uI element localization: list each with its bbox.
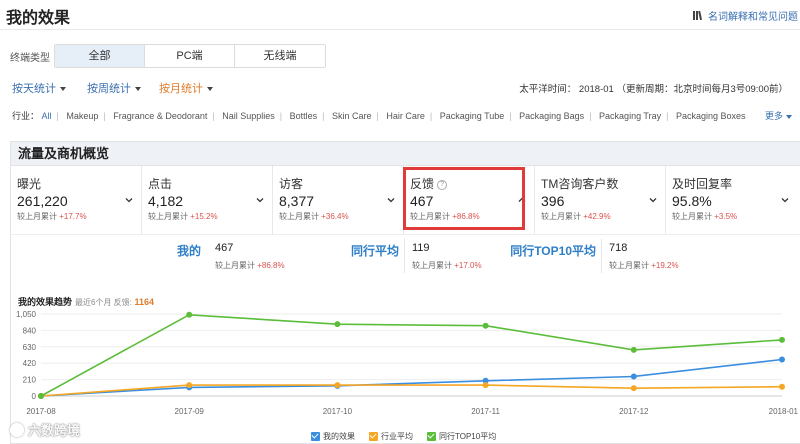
- data-point: [38, 393, 44, 399]
- chevron-down-icon: [207, 87, 213, 92]
- y-tick-label: 630: [23, 343, 37, 352]
- checkbox-icon[interactable]: [311, 431, 320, 441]
- y-tick-label: 210: [23, 376, 37, 385]
- industry-filter: 行业： All | Makeup | Fragrance & Deodorant | …: [12, 109, 800, 123]
- traffic-overview-section: 流量及商机概览 曝光 261,220 较上月累计 +17.7% 点击 4,182…: [10, 141, 800, 444]
- industry-item-nail-supplies[interactable]: Nail Supplies: [222, 111, 275, 121]
- industry-item-all[interactable]: All: [42, 111, 52, 121]
- trend-chart: 0 210 420 630 840 1,050 2017-08 2017-09 2017-10 2…: [16, 310, 799, 416]
- data-point: [186, 382, 193, 389]
- x-tick-label: 2017-09: [175, 407, 205, 416]
- industry-item-hair-care[interactable]: Hair Care: [386, 111, 425, 121]
- tab-wireless[interactable]: 无线端: [235, 45, 325, 67]
- more-label: 更多: [764, 111, 783, 121]
- y-tick-label: 0: [32, 392, 37, 401]
- legend-item-top10[interactable]: 同行TOP10平均: [427, 429, 496, 443]
- chevron-down-icon: [135, 87, 141, 92]
- period-row: 按天统计 按周统计 按月统计 太平洋时间： 2018-01 （更新周期：北京时间…: [12, 80, 800, 96]
- tab-all[interactable]: 全部: [55, 45, 145, 67]
- terminal-type-row: 终端类型 全部 PC端 无线端: [10, 44, 326, 68]
- series-line: [40, 358, 783, 397]
- tab-pc[interactable]: PC端: [145, 45, 235, 67]
- terminal-tabs: 全部 PC端 无线端: [54, 44, 326, 68]
- chevron-down-icon: [786, 114, 792, 119]
- industry-item-bottles[interactable]: Bottles: [290, 111, 318, 121]
- data-point: [334, 382, 341, 389]
- legend-item-mine[interactable]: 我的效果: [311, 429, 355, 443]
- x-tick-label: 2017-08: [26, 407, 56, 416]
- terminal-type-label: 终端类型: [10, 52, 50, 64]
- checkbox-icon[interactable]: [369, 431, 378, 441]
- data-point: [779, 336, 785, 343]
- industry-item-packaging-bags[interactable]: Packaging Bags: [519, 111, 584, 121]
- period-weekly-label: 按周统计: [87, 83, 131, 95]
- data-point: [186, 311, 193, 318]
- help-link[interactable]: 名词解释和常见问题: [693, 8, 798, 23]
- industry-item-packaging-boxes[interactable]: Packaging Boxes: [676, 111, 746, 121]
- checkbox-icon[interactable]: [427, 431, 436, 441]
- chart-legend: 我的效果 行业平均 同行TOP10平均: [311, 429, 496, 443]
- book-icon: [693, 10, 703, 21]
- period-monthly-dropdown[interactable]: 按月统计: [159, 80, 213, 96]
- chevron-down-icon: [60, 87, 66, 92]
- industry-item-packaging-tray[interactable]: Packaging Tray: [599, 111, 661, 121]
- industry-more-button[interactable]: 更多: [765, 109, 792, 122]
- watermark-logo: 六数跨境: [10, 420, 80, 439]
- data-point: [630, 373, 637, 380]
- industry-item-packaging-tube[interactable]: Packaging Tube: [440, 111, 505, 121]
- x-tick-label: 2018-01: [769, 407, 799, 416]
- data-point: [779, 356, 785, 363]
- y-tick-label: 840: [23, 326, 37, 335]
- time-info: 太平洋时间： 2018-01 （更新周期：北京时间每月3号09:00前）: [519, 84, 788, 95]
- period-weekly-dropdown[interactable]: 按周统计: [87, 80, 141, 96]
- x-tick-label: 2017-11: [471, 407, 500, 416]
- period-daily-dropdown[interactable]: 按天统计: [12, 80, 66, 96]
- period-monthly-label: 按月统计: [159, 83, 203, 95]
- industry-label: 行业：: [12, 111, 40, 121]
- data-point: [482, 382, 489, 389]
- industry-item-makeup[interactable]: Makeup: [66, 111, 98, 121]
- legend-item-industry[interactable]: 行业平均: [369, 429, 413, 443]
- x-tick-label: 2017-12: [619, 407, 649, 416]
- data-point: [630, 346, 637, 353]
- series-line: [40, 384, 783, 397]
- data-point: [334, 321, 341, 328]
- data-point: [482, 322, 489, 329]
- data-point: [779, 383, 785, 390]
- y-tick-label: 1,050: [16, 310, 37, 319]
- x-tick-label: 2017-10: [323, 407, 353, 416]
- logo-icon: [10, 422, 24, 437]
- period-daily-label: 按天统计: [12, 83, 56, 95]
- industry-item-skin-care[interactable]: Skin Care: [332, 111, 372, 121]
- data-point: [630, 385, 637, 392]
- industry-item-fragrance[interactable]: Fragrance & Deodorant: [113, 111, 207, 121]
- page-title: 我的效果: [6, 10, 71, 27]
- y-tick-label: 420: [23, 359, 37, 368]
- page-header: 我的效果 名词解释和常见问题: [0, 0, 800, 30]
- help-link-label: 名词解释和常见问题: [708, 12, 798, 23]
